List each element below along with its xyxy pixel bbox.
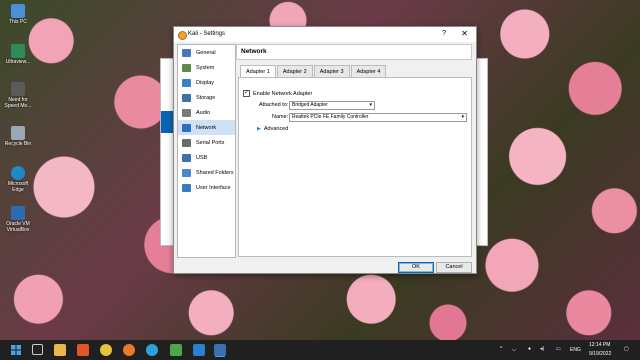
chevron-down-icon: ▾ (369, 102, 372, 108)
attached-to-label: Attached to: (259, 102, 289, 108)
nav-item-storage[interactable]: Storage (178, 90, 235, 105)
nav-item-system[interactable]: System (178, 60, 235, 75)
nav-item-label: USB (196, 154, 208, 161)
shared-folders-icon (182, 168, 191, 177)
desktop-icon-ultraviewer[interactable]: Ultraview... (2, 44, 34, 65)
task-view-icon[interactable] (32, 344, 43, 355)
help-button[interactable]: ? (442, 30, 446, 37)
dialog-title: Kali - Settings (188, 31, 226, 37)
game-icon (11, 82, 25, 96)
brave-icon[interactable] (77, 344, 89, 356)
chrome-icon[interactable] (100, 344, 112, 356)
settings-dialog: Kali - Settings ? ✕ General System Displ… (173, 26, 477, 274)
page-title: Network (236, 44, 472, 60)
file-explorer-icon[interactable] (54, 344, 66, 356)
serial-ports-icon (182, 138, 191, 147)
nav-item-label: Display (196, 79, 215, 86)
nav-item-label: Storage (196, 94, 216, 101)
settings-nav: General System Display Storage Audio Net… (177, 44, 236, 258)
nav-item-label: User Interface (196, 184, 231, 191)
desktop-icon-this-pc[interactable]: This PC (2, 4, 34, 25)
ultraviewer-icon (11, 44, 25, 58)
nav-item-audio[interactable]: Audio (178, 105, 235, 120)
desktop-icon-edge[interactable]: Microsoft Edge (2, 166, 34, 193)
nav-item-usb[interactable]: USB (178, 150, 235, 165)
nav-item-shared-folders[interactable]: Shared Folders (178, 165, 235, 180)
utorrent-icon[interactable] (170, 344, 182, 356)
firefox-icon[interactable] (123, 344, 135, 356)
system-icon (182, 63, 191, 72)
attached-to-select[interactable]: Bridged Adapter ▾ (289, 101, 375, 110)
usb-icon (182, 153, 191, 162)
vscode-icon[interactable] (193, 344, 205, 356)
nav-item-general[interactable]: General (178, 45, 235, 60)
desktop-icon-label: Need for Speed Mo... (4, 97, 32, 109)
virtualbox-icon (11, 206, 25, 220)
nav-item-label: Audio (196, 109, 211, 116)
ok-button[interactable]: OK (398, 262, 434, 273)
desktop-icon-need-for-speed[interactable]: Need for Speed Mo... (2, 82, 34, 109)
adapter-name-value: Realtek PCIe FE Family Controller (292, 114, 369, 120)
desktop-icon-label: This PC (9, 19, 27, 25)
disclosure-triangle-icon: ▶ (257, 126, 261, 132)
audio-icon (182, 108, 191, 117)
advanced-label: Advanced (263, 126, 289, 132)
attached-to-value: Bridged Adapter (292, 102, 328, 108)
storage-icon (182, 93, 191, 102)
start-button[interactable] (10, 344, 22, 356)
nav-item-label: Network (196, 124, 217, 131)
mic-tray-icon[interactable]: ● (528, 346, 531, 352)
mouse-cursor-icon (307, 125, 311, 135)
desktop-icon-label: Oracle VM VirtualBox (6, 221, 30, 233)
chevron-down-icon: ▾ (461, 114, 464, 120)
recycle-bin-icon (11, 126, 25, 140)
battery-tray-icon[interactable]: ▭ (556, 346, 561, 352)
adapter-name-select[interactable]: Realtek PCIe FE Family Controller ▾ (289, 113, 467, 122)
general-icon (182, 48, 191, 57)
display-icon (182, 78, 191, 87)
nav-item-label: General (196, 49, 216, 56)
clock-time[interactable]: 12:14 PM (589, 342, 610, 348)
user-interface-icon (182, 183, 191, 192)
edge-icon (11, 166, 25, 180)
nav-item-label: Serial Ports (196, 139, 225, 146)
nav-item-label: System (196, 64, 215, 71)
settings-content: Network Adapter 1 Adapter 2 Adapter 3 Ad… (236, 44, 472, 257)
virtualbox-app-icon (178, 31, 187, 40)
speaker-tray-icon[interactable]: ◂) (540, 346, 544, 352)
cancel-button[interactable]: Cancel (436, 262, 472, 273)
manager-side-panel (476, 123, 487, 187)
desktop-icon-recycle-bin[interactable]: Recycle Bin (2, 126, 34, 147)
advanced-toggle[interactable]: ▶ Advanced (257, 126, 288, 132)
desktop-icon-virtualbox[interactable]: Oracle VM VirtualBox (2, 206, 34, 233)
desktop-icon-label: Recycle Bin (4, 141, 32, 147)
telegram-icon[interactable] (146, 344, 158, 356)
close-button[interactable]: ✕ (461, 29, 468, 38)
taskbar: ^ ◡ ● ◂) ▭ ENG 12:14 PM 9/19/2022 ▢ (0, 340, 640, 360)
nav-item-label: Shared Folders (196, 169, 234, 176)
adapter-panel: Enable Network Adapter Attached to: Brid… (238, 77, 472, 257)
enable-adapter-row: Enable Network Adapter (243, 89, 313, 97)
enable-adapter-label: Enable Network Adapter (253, 90, 313, 97)
nav-item-user-interface[interactable]: User Interface (178, 180, 235, 195)
nav-item-serial-ports[interactable]: Serial Ports (178, 135, 235, 150)
enable-adapter-checkbox[interactable] (243, 89, 250, 97)
desktop-icon-label: Ultraview... (5, 59, 31, 65)
tray-chevron-icon[interactable]: ^ (500, 346, 502, 352)
network-tray-icon[interactable]: ◡ (512, 346, 516, 352)
clock-date[interactable]: 9/19/2022 (589, 351, 611, 357)
language-indicator[interactable]: ENG (570, 347, 581, 353)
dialog-titlebar: Kali - Settings ? ✕ (174, 27, 476, 42)
this-pc-icon (11, 4, 25, 18)
desktop-icon-label: Microsoft Edge (7, 181, 29, 193)
nav-item-network[interactable]: Network (178, 120, 235, 135)
name-label: Name: (272, 114, 289, 120)
network-icon (182, 123, 191, 132)
nav-item-display[interactable]: Display (178, 75, 235, 90)
windows-logo-icon (11, 345, 21, 355)
notification-icon[interactable]: ▢ (624, 346, 629, 352)
virtualbox-taskbar-icon[interactable] (214, 344, 226, 356)
